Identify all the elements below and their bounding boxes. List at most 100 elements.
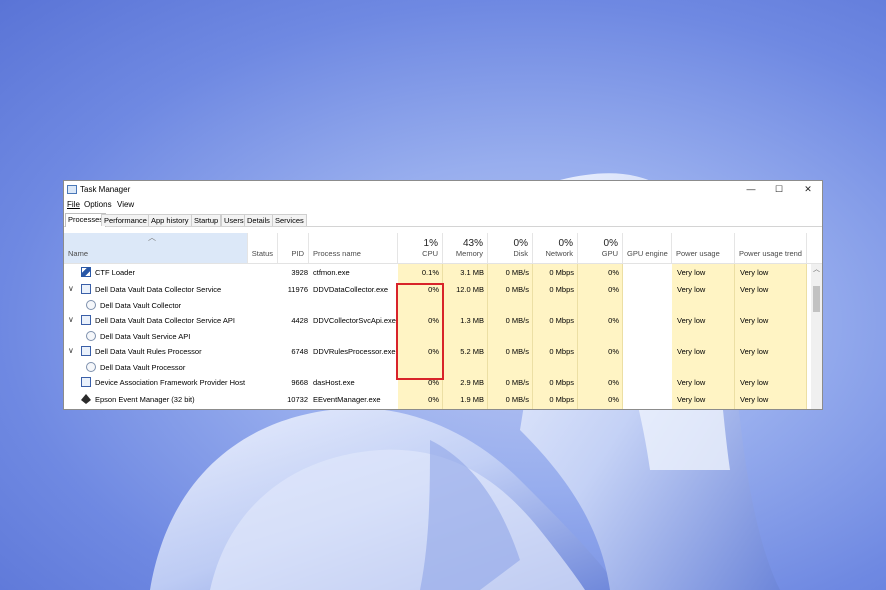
cell-gpu: 0% — [608, 268, 619, 277]
cell-memory: 2.9 MB — [460, 378, 484, 387]
process-name: Device Association Framework Provider Ho… — [95, 378, 246, 387]
printer-icon — [81, 394, 91, 404]
col-disk-header[interactable]: 0% Disk — [488, 233, 533, 263]
cell-process: EEventManager.exe — [313, 395, 381, 404]
col-status-header[interactable]: Status — [248, 233, 278, 263]
cell-gpu: 0% — [608, 347, 619, 356]
col-status-label: Status — [251, 249, 273, 258]
cell-process: DDVRulesProcessor.exe — [313, 347, 396, 356]
task-manager-icon — [67, 185, 77, 194]
cell-gpu: 0% — [608, 285, 619, 294]
expand-chevron-icon[interactable]: ∨ — [68, 284, 74, 293]
process-name: Dell Data Vault Processor — [100, 363, 186, 372]
col-pid-label: PID — [291, 249, 304, 258]
tab-app-history[interactable]: App history — [148, 214, 192, 226]
cell-pid: 6748 — [291, 347, 308, 356]
cpu-total-pct: 1% — [423, 238, 438, 249]
minimize-button[interactable]: — — [741, 183, 761, 196]
col-network-header[interactable]: 0% Network — [533, 233, 578, 263]
maximize-button[interactable]: ☐ — [769, 183, 789, 196]
cell-pid: 10732 — [287, 395, 308, 404]
col-gpu-engine-label: GPU engine — [627, 249, 668, 258]
tab-processes[interactable]: Processes — [65, 213, 107, 227]
col-process-name-header[interactable]: Process name — [309, 233, 398, 263]
cell-pid: 11976 — [287, 285, 308, 294]
menu-view[interactable]: View — [117, 200, 134, 209]
cell-network: 0 Mbps — [549, 347, 574, 356]
process-name: Dell Data Vault Data Collector Service A… — [95, 316, 235, 325]
cell-trend: Very low — [740, 316, 769, 325]
cell-pid: 9668 — [291, 378, 308, 387]
pen-icon — [81, 267, 91, 277]
cell-cpu: 0.1% — [421, 268, 439, 277]
cell-pid: 3928 — [291, 268, 308, 277]
cell-network: 0 Mbps — [549, 316, 574, 325]
cell-cpu: 0% — [428, 395, 439, 404]
col-gpu-label: GPU — [601, 249, 618, 258]
cell-memory: 1.9 MB — [460, 395, 484, 404]
cell-power: Very low — [677, 347, 706, 356]
memory-total-pct: 43% — [462, 238, 483, 249]
col-gpu-header[interactable]: 0% GPU — [578, 233, 623, 263]
process-name: Dell Data Vault Collector — [100, 301, 182, 310]
process-row[interactable]: CTF Loader 3928 ctfmon.exe 0.1% 3.1 MB 0 MB/s… — [64, 264, 810, 281]
col-pid-header[interactable]: PID — [278, 233, 309, 263]
cpu-highlight-box — [396, 283, 444, 380]
tab-users[interactable]: Users — [221, 214, 247, 226]
expand-chevron-icon[interactable]: ∨ — [68, 346, 74, 355]
window-title: Task Manager — [80, 185, 131, 194]
scroll-thumb[interactable] — [813, 286, 820, 312]
col-process-name-label: Process name — [313, 249, 361, 258]
process-row[interactable]: Epson Event Manager (32 bit) 10732 EEventM… — [64, 391, 810, 408]
cell-memory: 12.0 MB — [456, 285, 484, 294]
vertical-scrollbar[interactable]: ︿ — [811, 264, 822, 409]
col-power-trend-label: Power usage trend — [739, 249, 802, 258]
col-power-trend-header[interactable]: Power usage trend — [735, 233, 807, 263]
tab-services[interactable]: Services — [272, 214, 307, 226]
cell-gpu: 0% — [608, 378, 619, 387]
col-name-header[interactable]: ︿ Name — [64, 233, 248, 263]
exe-icon — [81, 284, 91, 294]
exe-icon — [81, 377, 91, 387]
cell-disk: 0 MB/s — [505, 395, 529, 404]
tab-startup[interactable]: Startup — [191, 214, 222, 226]
col-gpu-engine-header[interactable]: GPU engine — [623, 233, 672, 263]
tab-strip: Processes Performance App history Startu… — [64, 212, 822, 227]
menu-file[interactable]: File — [67, 200, 80, 209]
col-disk-label: Disk — [513, 249, 528, 258]
col-power-usage-label: Power usage — [676, 249, 720, 258]
disk-total-pct: 0% — [513, 238, 528, 249]
cell-memory: 5.2 MB — [460, 347, 484, 356]
close-button[interactable]: ✕ — [798, 183, 818, 196]
cell-memory: 1.3 MB — [460, 316, 484, 325]
cell-disk: 0 MB/s — [505, 347, 529, 356]
tab-details[interactable]: Details — [244, 214, 273, 226]
cell-disk: 0 MB/s — [505, 285, 529, 294]
cell-trend: Very low — [740, 395, 769, 404]
exe-icon — [81, 346, 91, 356]
col-cpu-label: CPU — [422, 249, 438, 258]
cell-network: 0 Mbps — [549, 268, 574, 277]
cell-power: Very low — [677, 395, 706, 404]
cell-network: 0 Mbps — [549, 285, 574, 294]
exe-icon — [81, 315, 91, 325]
col-memory-label: Memory — [455, 249, 483, 258]
service-icon — [86, 300, 96, 310]
service-icon — [86, 331, 96, 341]
cell-memory: 3.1 MB — [460, 268, 484, 277]
expand-chevron-icon[interactable]: ∨ — [68, 315, 74, 324]
cell-trend: Very low — [740, 285, 769, 294]
menu-options[interactable]: Options — [84, 200, 112, 209]
process-name: Dell Data Vault Service API — [100, 332, 191, 341]
col-name-label: Name — [68, 249, 89, 258]
col-power-usage-header[interactable]: Power usage — [672, 233, 735, 263]
scroll-up-icon[interactable]: ︿ — [811, 264, 822, 274]
cell-gpu: 0% — [608, 316, 619, 325]
gpu-total-pct: 0% — [603, 238, 618, 249]
cell-process: ctfmon.exe — [313, 268, 350, 277]
process-name: Epson Event Manager (32 bit) — [95, 395, 195, 404]
col-memory-header[interactable]: 43% Memory — [443, 233, 488, 263]
cell-power: Very low — [677, 378, 706, 387]
tab-performance[interactable]: Performance — [101, 214, 150, 226]
col-cpu-header[interactable]: 1% CPU — [398, 233, 443, 263]
